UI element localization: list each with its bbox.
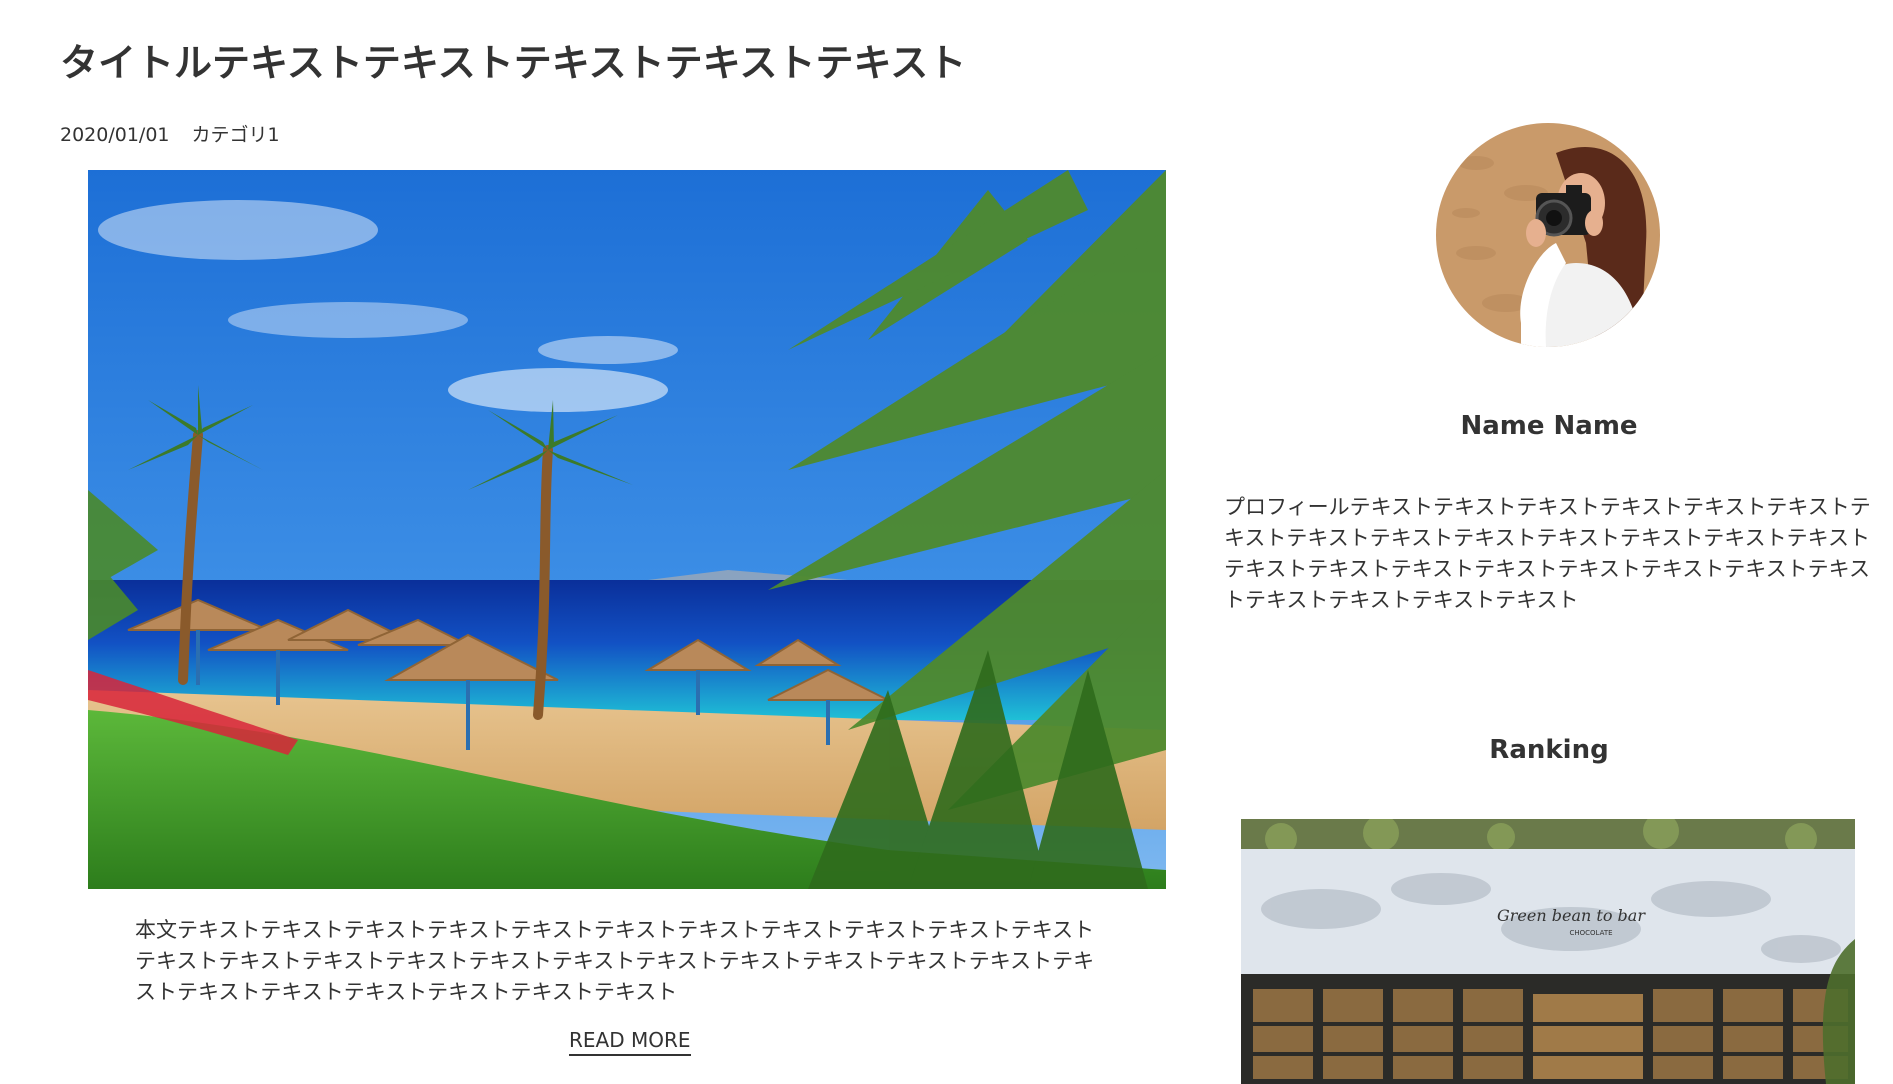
svg-text:Green bean to bar: Green bean to bar [1497, 906, 1646, 925]
post-meta: 2020/01/01 カテゴリ1 [60, 120, 280, 147]
post-category[interactable]: カテゴリ1 [192, 124, 280, 146]
ranking-item-storefront-photo[interactable]: Green bean to bar CHOCOLATE [1241, 819, 1855, 1084]
post-thumbnail-beach-photo[interactable] [88, 170, 1166, 889]
post-date: 2020/01/01 [60, 124, 170, 146]
profile-avatar [1436, 123, 1660, 347]
read-more-link[interactable]: READ MORE [569, 1028, 691, 1056]
profile-text: プロフィールテキストテキストテキストテキストテキストテキストテキストテキストテキ… [1224, 495, 1871, 612]
profile-name: Name Name [1460, 411, 1638, 441]
post-excerpt: 本文テキストテキストテキストテキストテキストテキストテキストテキストテキストテキ… [135, 918, 1095, 1004]
svg-text:CHOCOLATE: CHOCOLATE [1569, 929, 1612, 937]
ranking-heading: Ranking [1489, 735, 1609, 765]
post-title[interactable]: タイトルテキストテキストテキストテキストテキスト [60, 32, 966, 87]
